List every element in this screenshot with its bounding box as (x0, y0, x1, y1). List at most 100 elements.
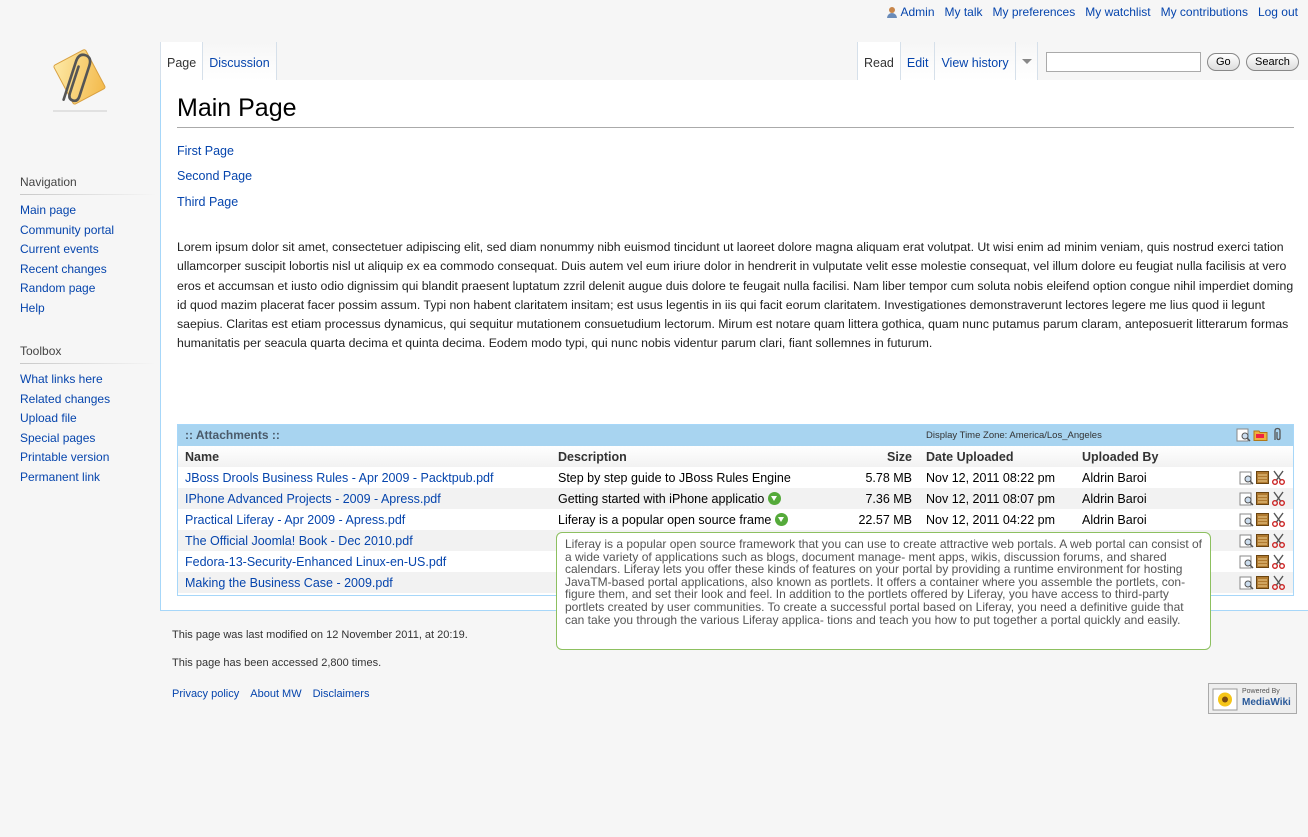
expand-description-icon[interactable] (768, 492, 782, 505)
user-icon (886, 6, 897, 18)
attachment-date: Nov 12, 2011 08:22 pm (926, 470, 1056, 485)
tab-edit[interactable]: Edit (900, 42, 936, 80)
search-attachments-icon[interactable] (1236, 427, 1251, 442)
row-actions (1225, 551, 1293, 572)
page-link-third[interactable]: Third Page (177, 195, 238, 209)
delete-scissors-icon[interactable] (1271, 533, 1286, 548)
go-button[interactable]: Go (1207, 53, 1240, 71)
footer-link-privacy-policy[interactable]: Privacy policy (172, 688, 239, 700)
row-actions (1225, 530, 1293, 551)
toolbox-heading: Toolbox (20, 344, 155, 364)
row-actions (1225, 467, 1293, 488)
attachment-name-link[interactable]: Fedora-13-Security-Enhanced Linux-en-US.… (178, 551, 551, 572)
search-input[interactable] (1046, 52, 1201, 72)
page-link-second[interactable]: Second Page (177, 169, 252, 183)
personal-item-log-out[interactable]: Log out (1258, 5, 1298, 19)
view-details-icon[interactable] (1239, 554, 1254, 569)
tab-discussion[interactable]: Discussion (203, 42, 277, 80)
delete-scissors-icon[interactable] (1271, 554, 1286, 569)
view-details-icon[interactable] (1239, 533, 1254, 548)
attachment-date: Nov 12, 2011 08:07 pm (919, 488, 1075, 509)
delete-scissors-icon[interactable] (1271, 470, 1286, 485)
folder-icon[interactable] (1253, 427, 1268, 442)
personal-item-my-contributions[interactable]: My contributions (1161, 5, 1248, 19)
archive-icon[interactable] (1255, 575, 1270, 590)
attachment-name-link[interactable]: JBoss Drools Business Rules - Apr 2009 -… (178, 467, 551, 488)
sidebar-item-recent-changes[interactable]: Recent changes (20, 260, 155, 280)
archive-icon[interactable] (1255, 470, 1270, 485)
archive-icon[interactable] (1255, 554, 1270, 569)
toolbox-item-permanent-link[interactable]: Permanent link (20, 468, 155, 488)
table-row: Practical Liferay - Apr 2009 - Apress.pd… (178, 509, 1293, 530)
attachment-description: Getting started with iPhone applicatio (551, 488, 849, 509)
personal-item-my-watchlist[interactable]: My watchlist (1085, 5, 1150, 19)
sidebar-item-main-page[interactable]: Main page (20, 201, 155, 221)
row-actions (1225, 572, 1293, 593)
powered-by-label: Powered By (1242, 688, 1280, 695)
attachments-title: :: Attachments :: (185, 428, 280, 442)
column-header-description[interactable]: Description (551, 446, 849, 467)
sidebar-navigation: Navigation Main page Community portal Cu… (20, 175, 155, 318)
table-row: IPhone Advanced Projects - 2009 - Apress… (178, 488, 1293, 509)
page-link-first[interactable]: First Page (177, 144, 234, 158)
toolbox-item-related-changes[interactable]: Related changes (20, 390, 155, 410)
delete-scissors-icon[interactable] (1271, 491, 1286, 506)
personal-item-my-preferences[interactable]: My preferences (993, 5, 1076, 19)
attachment-name-link[interactable]: Making the Business Case - 2009.pdf (178, 572, 551, 593)
site-logo[interactable] (35, 45, 125, 115)
row-actions (1225, 488, 1293, 509)
view-details-icon[interactable] (1239, 575, 1254, 590)
attachment-date: Nov 12, 2011 04:22 pm (926, 512, 1056, 527)
tab-read[interactable]: Read (857, 42, 901, 80)
column-header-name[interactable]: Name (178, 446, 551, 467)
toolbox-item-upload-file[interactable]: Upload file (20, 409, 155, 429)
tab-view-history[interactable]: View history (935, 42, 1016, 80)
personal-item-my-talk[interactable]: My talk (945, 5, 983, 19)
tab-page[interactable]: Page (160, 42, 204, 80)
sidebar-item-random-page[interactable]: Random page (20, 279, 155, 299)
column-header-date[interactable]: Date Uploaded (919, 446, 1075, 467)
powered-by-mediawiki-badge[interactable]: Powered By MediaWiki (1208, 683, 1297, 714)
footer-link-disclaimers[interactable]: Disclaimers (313, 688, 370, 700)
attachment-size: 7.36 MB (849, 488, 919, 509)
delete-scissors-icon[interactable] (1271, 512, 1286, 527)
toolbox-item-printable-version[interactable]: Printable version (20, 448, 155, 468)
archive-icon[interactable] (1255, 533, 1270, 548)
row-actions (1225, 509, 1293, 530)
attachment-uploader: Aldrin Baroi (1082, 512, 1147, 527)
archive-icon[interactable] (1255, 491, 1270, 506)
page-title: Main Page (177, 94, 297, 122)
footer-last-modified: This page was last modified on 12 Novemb… (172, 629, 468, 641)
personal-item-label: Admin (900, 5, 935, 19)
timezone-label: Display Time Zone: America/Los_Angeles (926, 430, 1102, 441)
toolbox-item-what-links-here[interactable]: What links here (20, 370, 155, 390)
personal-tools: Admin My talk My preferences My watchlis… (886, 5, 1298, 19)
search-button[interactable]: Search (1246, 53, 1299, 71)
attachment-size: 5.78 MB (865, 470, 912, 485)
description-text: Getting started with iPhone applicatio (558, 491, 765, 506)
personal-item-user[interactable]: Admin (886, 5, 935, 19)
delete-scissors-icon[interactable] (1271, 575, 1286, 590)
footer-link-about[interactable]: About MW (250, 688, 301, 700)
attachment-name-link[interactable]: Practical Liferay - Apr 2009 - Apress.pd… (178, 509, 551, 530)
toolbox-item-special-pages[interactable]: Special pages (20, 429, 155, 449)
more-actions-dropdown-icon[interactable] (1015, 42, 1038, 80)
column-header-size[interactable]: Size (849, 446, 919, 467)
attachment-name-link[interactable]: The Official Joomla! Book - Dec 2010.pdf (178, 530, 551, 551)
sidebar-item-community-portal[interactable]: Community portal (20, 221, 155, 241)
attachment-description: Liferay is a popular open source frame (551, 509, 849, 530)
description-text: Step by step guide to JBoss Rules Engine (558, 470, 791, 485)
view-details-icon[interactable] (1239, 470, 1254, 485)
view-details-icon[interactable] (1239, 512, 1254, 527)
sidebar-item-current-events[interactable]: Current events (20, 240, 155, 260)
attachment-name-link[interactable]: IPhone Advanced Projects - 2009 - Apress… (178, 488, 551, 509)
view-details-icon[interactable] (1239, 491, 1254, 506)
sidebar-item-help[interactable]: Help (20, 299, 155, 319)
archive-icon[interactable] (1255, 512, 1270, 527)
attach-file-icon[interactable] (1270, 427, 1285, 442)
attachments-header: :: Attachments :: Display Time Zone: Ame… (178, 425, 1293, 446)
footer-access-count: This page has been accessed 2,800 times. (172, 657, 382, 669)
column-header-uploaded-by[interactable]: Uploaded By (1075, 446, 1225, 467)
expand-description-icon[interactable] (775, 513, 789, 526)
attachment-description: Step by step guide to JBoss Rules Engine (551, 467, 849, 488)
